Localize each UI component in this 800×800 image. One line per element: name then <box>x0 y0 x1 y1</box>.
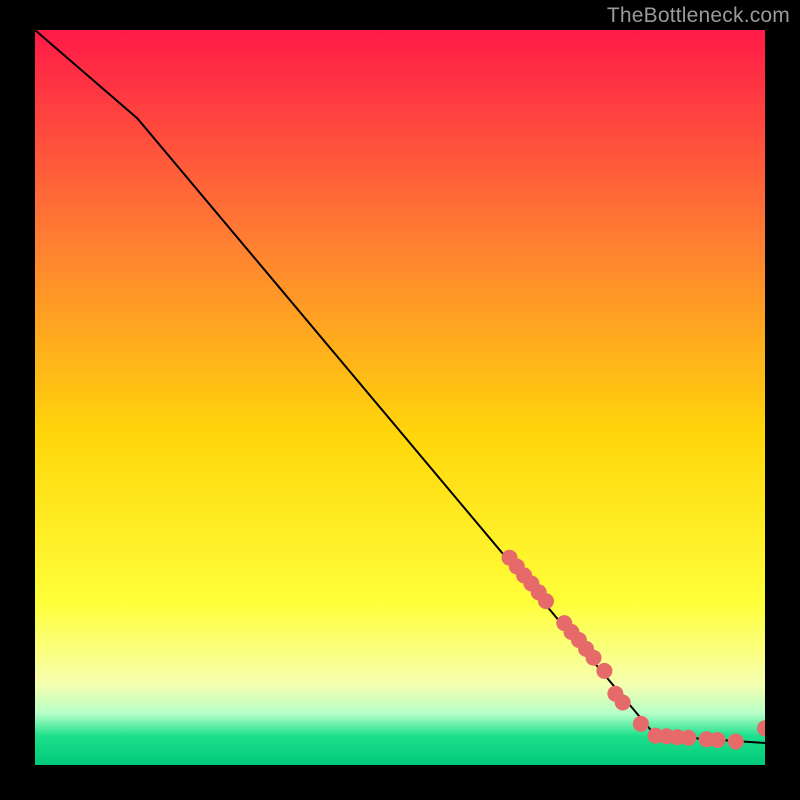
watermark-text: TheBottleneck.com <box>607 4 790 28</box>
chart-svg <box>35 30 765 765</box>
data-marker <box>710 732 726 748</box>
data-marker <box>538 593 554 609</box>
plot-area <box>35 30 765 765</box>
data-marker <box>633 716 649 732</box>
data-marker <box>615 695 631 711</box>
data-marker <box>586 650 602 666</box>
data-marker <box>728 734 744 750</box>
gradient-background <box>35 30 765 765</box>
data-marker <box>596 663 612 679</box>
chart-frame: TheBottleneck.com <box>0 0 800 800</box>
data-marker <box>680 730 696 746</box>
